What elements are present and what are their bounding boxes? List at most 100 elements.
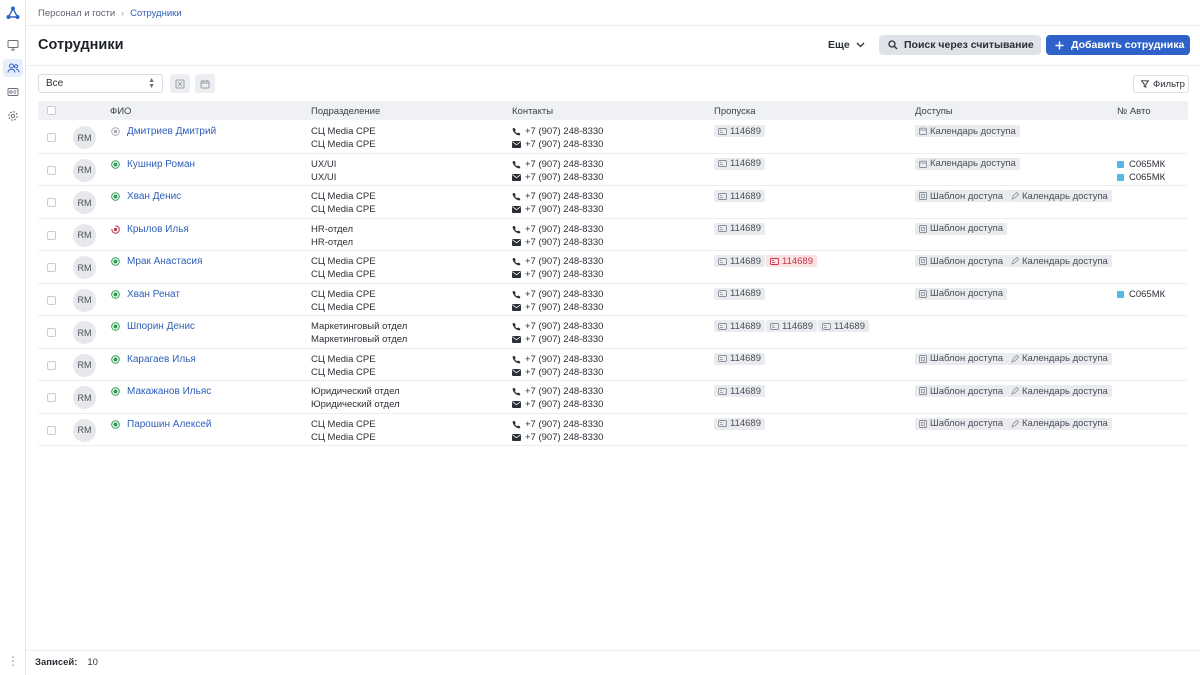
table-row[interactable]: RM Хван Денис СЦ Media CPE СЦ Media CPE +7 (… <box>38 186 1188 219</box>
table-row[interactable]: RM Карагаев Илья СЦ Media CPE СЦ Media CPE +… <box>38 349 1188 381</box>
row-checkbox[interactable] <box>47 133 56 142</box>
employee-name-link[interactable]: Кушнир Роман <box>127 159 195 170</box>
contact-email[interactable]: +7 (907) 248-8330 <box>512 302 603 313</box>
pass-chip[interactable]: 114689 <box>766 255 817 267</box>
column-header-dept[interactable]: Подразделение <box>311 106 380 117</box>
access-chip[interactable]: Шаблон доступа <box>915 255 1008 267</box>
export-button[interactable] <box>170 74 190 93</box>
access-chip[interactable]: Шаблон доступа <box>915 287 1008 300</box>
add-employee-button[interactable]: Добавить сотрудника <box>1046 35 1190 55</box>
pass-chip[interactable]: 114689 <box>766 320 817 332</box>
pass-chip[interactable]: 114689 <box>714 255 765 267</box>
column-header-access[interactable]: Доступы <box>915 106 953 117</box>
contact-phone[interactable]: +7 (907) 248-8330 <box>512 386 603 397</box>
row-checkbox[interactable] <box>47 295 56 305</box>
contact-phone[interactable]: +7 (907) 248-8330 <box>512 191 603 202</box>
nav-monitor[interactable] <box>3 36 23 54</box>
pass-chip[interactable]: 114689 <box>818 320 869 332</box>
contact-phone[interactable]: +7 (907) 248-8330 <box>512 354 603 365</box>
nav-people[interactable] <box>3 59 23 77</box>
column-header-contacts[interactable]: Контакты <box>512 106 553 117</box>
row-checkbox[interactable] <box>47 230 56 240</box>
access-chip[interactable]: Календарь доступа <box>1007 385 1112 397</box>
select-all-checkbox[interactable] <box>47 106 56 115</box>
access-chip[interactable]: Календарь доступа <box>915 157 1020 170</box>
table-row[interactable]: RM Крылов Илья HR-отдел HR-отдел +7 (907) 24… <box>38 219 1188 251</box>
contact-email[interactable]: +7 (907) 248-8330 <box>512 269 603 280</box>
pass-chip[interactable]: 114689 <box>714 287 765 300</box>
contact-phone[interactable]: +7 (907) 248-8330 <box>512 224 603 235</box>
row-checkbox[interactable] <box>47 165 56 175</box>
table-row[interactable]: RM Дмитриев Дмитрий СЦ Media CPE СЦ Media C… <box>38 121 1188 154</box>
nav-settings[interactable] <box>3 107 23 125</box>
employee-name-link[interactable]: Крылов Илья <box>127 224 189 235</box>
access-chip[interactable]: Календарь доступа <box>1007 417 1112 430</box>
access-chip[interactable]: Шаблон доступа <box>915 417 1008 430</box>
scan-search-button[interactable]: Поиск через считывание <box>879 35 1041 55</box>
pass-chip[interactable]: 114689 <box>714 222 765 235</box>
pass-chip[interactable]: 114689 <box>714 190 765 202</box>
row-checkbox[interactable] <box>47 198 56 207</box>
pass-chip[interactable]: 114689 <box>714 417 765 430</box>
table-row[interactable]: RM Мрак Анастасия СЦ Media CPE СЦ Media CPE… <box>38 251 1188 284</box>
filter-button[interactable]: Фильтр <box>1133 75 1189 93</box>
row-checkbox[interactable] <box>47 328 56 337</box>
pass-chip[interactable]: 114689 <box>714 157 765 170</box>
access-chip[interactable]: Шаблон доступа <box>915 352 1008 365</box>
pass-chip[interactable]: 114689 <box>714 352 765 365</box>
contact-email[interactable]: +7 (907) 248-8330 <box>512 172 603 183</box>
contact-email[interactable]: +7 (907) 248-8330 <box>512 237 603 248</box>
access-chip[interactable]: Календарь доступа <box>1007 190 1112 202</box>
table-row[interactable]: RM Кушнир Роман UX/UI UX/UI +7 (907) 248-833… <box>38 154 1188 186</box>
calendar-button[interactable] <box>195 74 215 93</box>
contact-email[interactable]: +7 (907) 248-8330 <box>512 334 603 345</box>
access-chip[interactable]: Календарь доступа <box>1007 352 1112 365</box>
employee-name-link[interactable]: Мрак Анастасия <box>127 256 202 267</box>
contact-phone[interactable]: +7 (907) 248-8330 <box>512 159 603 170</box>
row-checkbox[interactable] <box>47 263 56 272</box>
contact-phone[interactable]: +7 (907) 248-8330 <box>512 419 603 430</box>
pass-card-icon <box>718 420 727 427</box>
row-checkbox[interactable] <box>47 360 56 370</box>
employee-name-link[interactable]: Макажанов Ильяс <box>127 386 211 397</box>
contact-email[interactable]: +7 (907) 248-8330 <box>512 432 603 443</box>
table-row[interactable]: RM Макажанов Ильяс Юридический отдел Юридич… <box>38 381 1188 414</box>
nav-cards[interactable] <box>3 83 23 101</box>
pass-chip[interactable]: 114689 <box>714 385 765 397</box>
contact-email[interactable]: +7 (907) 248-8330 <box>512 139 603 150</box>
contact-phone[interactable]: +7 (907) 248-8330 <box>512 256 603 267</box>
employee-name-link[interactable]: Дмитриев Дмитрий <box>127 126 216 137</box>
contact-phone[interactable]: +7 (907) 248-8330 <box>512 126 603 137</box>
column-header-passes[interactable]: Пропуска <box>714 106 756 117</box>
pass-chip[interactable]: 114689 <box>714 320 765 332</box>
contact-email[interactable]: +7 (907) 248-8330 <box>512 204 603 215</box>
access-chip[interactable]: Календарь доступа <box>915 125 1020 137</box>
contact-email[interactable]: +7 (907) 248-8330 <box>512 399 603 410</box>
app-logo-icon[interactable] <box>6 6 20 20</box>
table-row[interactable]: RM Шпорин Денис Маркетинговый отдел Маркети… <box>38 316 1188 349</box>
employee-name-link[interactable]: Хван Ренат <box>127 289 180 300</box>
employee-name-link[interactable]: Карагаев Илья <box>127 354 196 365</box>
employee-name-link[interactable]: Парошин Алексей <box>127 419 211 430</box>
contact-phone[interactable]: +7 (907) 248-8330 <box>512 321 603 332</box>
access-chip[interactable]: Шаблон доступа <box>915 385 1008 397</box>
more-vertical-icon[interactable]: ⋮ <box>7 654 19 668</box>
access-chip[interactable]: Шаблон доступа <box>915 190 1008 202</box>
contact-phone[interactable]: +7 (907) 248-8330 <box>512 289 603 300</box>
status-select[interactable]: Все ▲ ▼ <box>38 74 163 93</box>
contact-email[interactable]: +7 (907) 248-8330 <box>512 367 603 378</box>
column-header-car[interactable]: № Авто <box>1117 106 1151 117</box>
table-row[interactable]: RM Парошин Алексей СЦ Media CPE СЦ Media CP… <box>38 414 1188 446</box>
access-chip[interactable]: Шаблон доступа <box>915 222 1008 235</box>
pass-chip[interactable]: 114689 <box>714 125 765 137</box>
divider <box>26 65 1200 66</box>
row-checkbox[interactable] <box>47 425 56 435</box>
more-dropdown-button[interactable]: Еще <box>822 36 871 54</box>
employee-name-link[interactable]: Хван Денис <box>127 191 181 202</box>
row-checkbox[interactable] <box>47 393 56 402</box>
access-chip[interactable]: Календарь доступа <box>1007 255 1112 267</box>
employee-name-link[interactable]: Шпорин Денис <box>127 321 195 332</box>
column-header-name[interactable]: ФИО <box>110 106 131 117</box>
breadcrumb-parent[interactable]: Персонал и гости <box>38 8 115 19</box>
table-row[interactable]: RM Хван Ренат СЦ Media CPE СЦ Media CPE +7 (… <box>38 284 1188 316</box>
